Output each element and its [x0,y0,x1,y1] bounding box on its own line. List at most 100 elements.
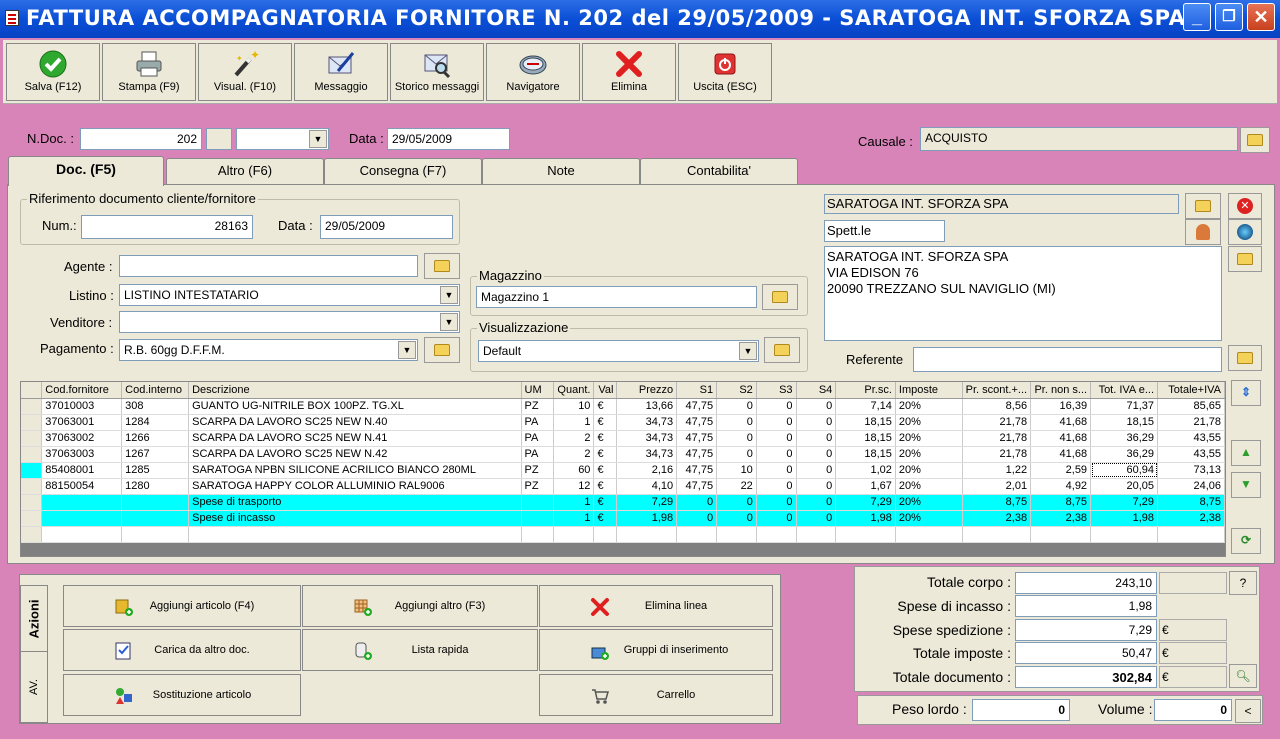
ndoc-input[interactable]: 202 [80,128,202,150]
grid-cell[interactable]: 1284 [121,414,190,431]
grid-cell[interactable]: 60 [553,462,595,479]
tab-contabilita[interactable]: Contabilita' [640,158,798,184]
grid-cell[interactable] [756,526,797,543]
intestatario-name-input[interactable]: SARATOGA INT. SFORZA SPA [824,194,1179,214]
row-selector[interactable] [21,446,43,463]
magazzino-input[interactable]: Magazzino 1 [476,286,757,308]
grid-cell[interactable]: 0 [716,430,757,447]
pagamento-browse-button[interactable] [424,337,460,363]
grid-cell[interactable]: 7,29 [1090,494,1158,511]
load-from-doc-button[interactable]: Carica da altro doc. [63,629,301,671]
grid-cell[interactable]: 60,94 [1090,462,1158,479]
grid-cell[interactable]: 0 [796,414,837,431]
delete-line-button[interactable]: Elimina linea [539,585,773,627]
grid-cell[interactable]: SARATOGA NPBN SILICONE ACRILICO BIANCO 2… [188,462,522,479]
grid-cell[interactable]: 36,29 [1090,446,1158,463]
grid-cell[interactable]: SARATOGA HAPPY COLOR ALLUMINIO RAL9006 [188,478,522,495]
grid-cell[interactable]: 47,75 [676,430,718,447]
grid-cell[interactable]: 1,98 [835,510,896,527]
table-row[interactable]: 85408001 1285 SARATOGA NPBN SILICONE ACRIL… [21,462,1225,479]
referente-browse-button[interactable] [1228,345,1262,371]
grid-cell[interactable] [616,526,678,543]
tab-note[interactable]: Note [482,158,640,184]
grid-cell[interactable]: 10 [553,398,595,415]
chevron-down-icon[interactable]: ▼ [309,130,327,148]
grid-cell[interactable]: 21,78 [962,414,1032,431]
grid-cell[interactable]: 1,02 [835,462,896,479]
spese-incasso-value[interactable]: 1,98 [1015,595,1157,617]
grid-cell[interactable] [121,494,190,511]
grid-cell[interactable]: 2,16 [616,462,678,479]
grid-cell[interactable] [521,494,555,511]
column-header[interactable]: Pr. non s... [1030,382,1092,399]
grid-cell[interactable]: 47,75 [676,478,718,495]
grid-cell[interactable]: 43,55 [1157,446,1225,463]
app-icon[interactable] [5,10,19,26]
num-input[interactable]: 28163 [81,215,253,239]
refresh-button[interactable]: ⟳ [1231,528,1261,554]
delete-button[interactable]: Elimina [582,43,676,101]
chevron-down-icon[interactable]: ▼ [440,286,458,304]
grid-cell[interactable]: 1267 [121,446,190,463]
grid-cell[interactable]: 41,68 [1030,414,1092,431]
column-header[interactable]: Cod.fornitore [41,382,123,399]
grid-cell[interactable]: 1280 [121,478,190,495]
pagamento-select[interactable]: R.B. 60gg D.F.F.M. ▼ [119,339,418,361]
weights-nav-button[interactable]: < [1235,699,1261,723]
grid-cell[interactable]: 20% [895,398,963,415]
grid-cell[interactable]: 7,29 [835,494,896,511]
column-header[interactable]: Imposte [895,382,963,399]
grid-cell[interactable]: 1,67 [835,478,896,495]
grid-cell[interactable]: 0 [676,510,718,527]
grid-cell[interactable]: 20% [895,510,963,527]
grid-cell[interactable]: 24,06 [1157,478,1225,495]
grid-cell[interactable]: GUANTO UG-NITRILE BOX 100PZ. TG.XL [188,398,522,415]
items-grid[interactable]: Cod.fornitore Cod.interno Descrizione UM Qua… [20,381,1226,557]
grid-cell[interactable]: SCARPA DA LAVORO SC25 NEW N.41 [188,430,522,447]
grid-cell[interactable] [41,510,123,527]
grid-cell[interactable]: € [593,414,618,431]
visualizzazione-browse-button[interactable] [764,337,800,363]
minimize-button[interactable]: _ [1183,3,1211,31]
grid-cell[interactable]: 0 [796,494,837,511]
grid-cell[interactable]: 8,75 [1030,494,1092,511]
grid-cell[interactable]: PZ [521,478,555,495]
column-header[interactable]: Descrizione [188,382,522,399]
close-window-button[interactable]: ✕ [1247,3,1275,31]
grid-cell[interactable] [1157,526,1225,543]
grid-cell[interactable]: 20% [895,478,963,495]
grid-cell[interactable]: 85408001 [41,462,123,479]
grid-cell[interactable]: € [593,478,618,495]
grid-cell[interactable]: 34,73 [616,414,678,431]
add-article-button[interactable]: Aggiungi articolo (F4) [63,585,301,627]
grid-scrollbar[interactable] [21,543,1225,556]
agente-browse-button[interactable] [424,253,460,279]
grid-cell[interactable]: 85,65 [1157,398,1225,415]
grid-cell[interactable]: 47,75 [676,414,718,431]
referente-input[interactable] [913,347,1222,372]
grid-cell[interactable]: € [593,446,618,463]
grid-cell[interactable]: 20% [895,446,963,463]
grid-cell[interactable]: 0 [756,446,797,463]
row-selector[interactable] [21,478,43,495]
grid-cell[interactable]: 37063002 [41,430,123,447]
causale-browse-button[interactable] [1240,127,1270,153]
grid-cell[interactable] [121,510,190,527]
column-header[interactable]: Prezzo [616,382,678,399]
grid-cell[interactable]: 0 [716,446,757,463]
peso-lordo-input[interactable]: 0 [972,699,1070,721]
grid-cell[interactable]: 20% [895,414,963,431]
column-header[interactable]: S3 [756,382,797,399]
grid-cell[interactable]: 37010003 [41,398,123,415]
insert-groups-button[interactable]: Gruppi di inserimento [539,629,773,671]
grid-cell[interactable]: € [593,462,618,479]
tab-azioni[interactable]: Azioni [20,585,48,653]
grid-cell[interactable] [796,526,837,543]
grid-cell[interactable]: 0 [756,430,797,447]
grid-cell[interactable]: 47,75 [676,462,718,479]
listino-select[interactable]: LISTINO INTESTATARIO ▼ [119,284,460,306]
row-selector[interactable] [21,510,43,527]
row-selector[interactable] [21,430,43,447]
grid-cell[interactable] [1030,526,1092,543]
grid-cell[interactable]: 1,22 [962,462,1032,479]
